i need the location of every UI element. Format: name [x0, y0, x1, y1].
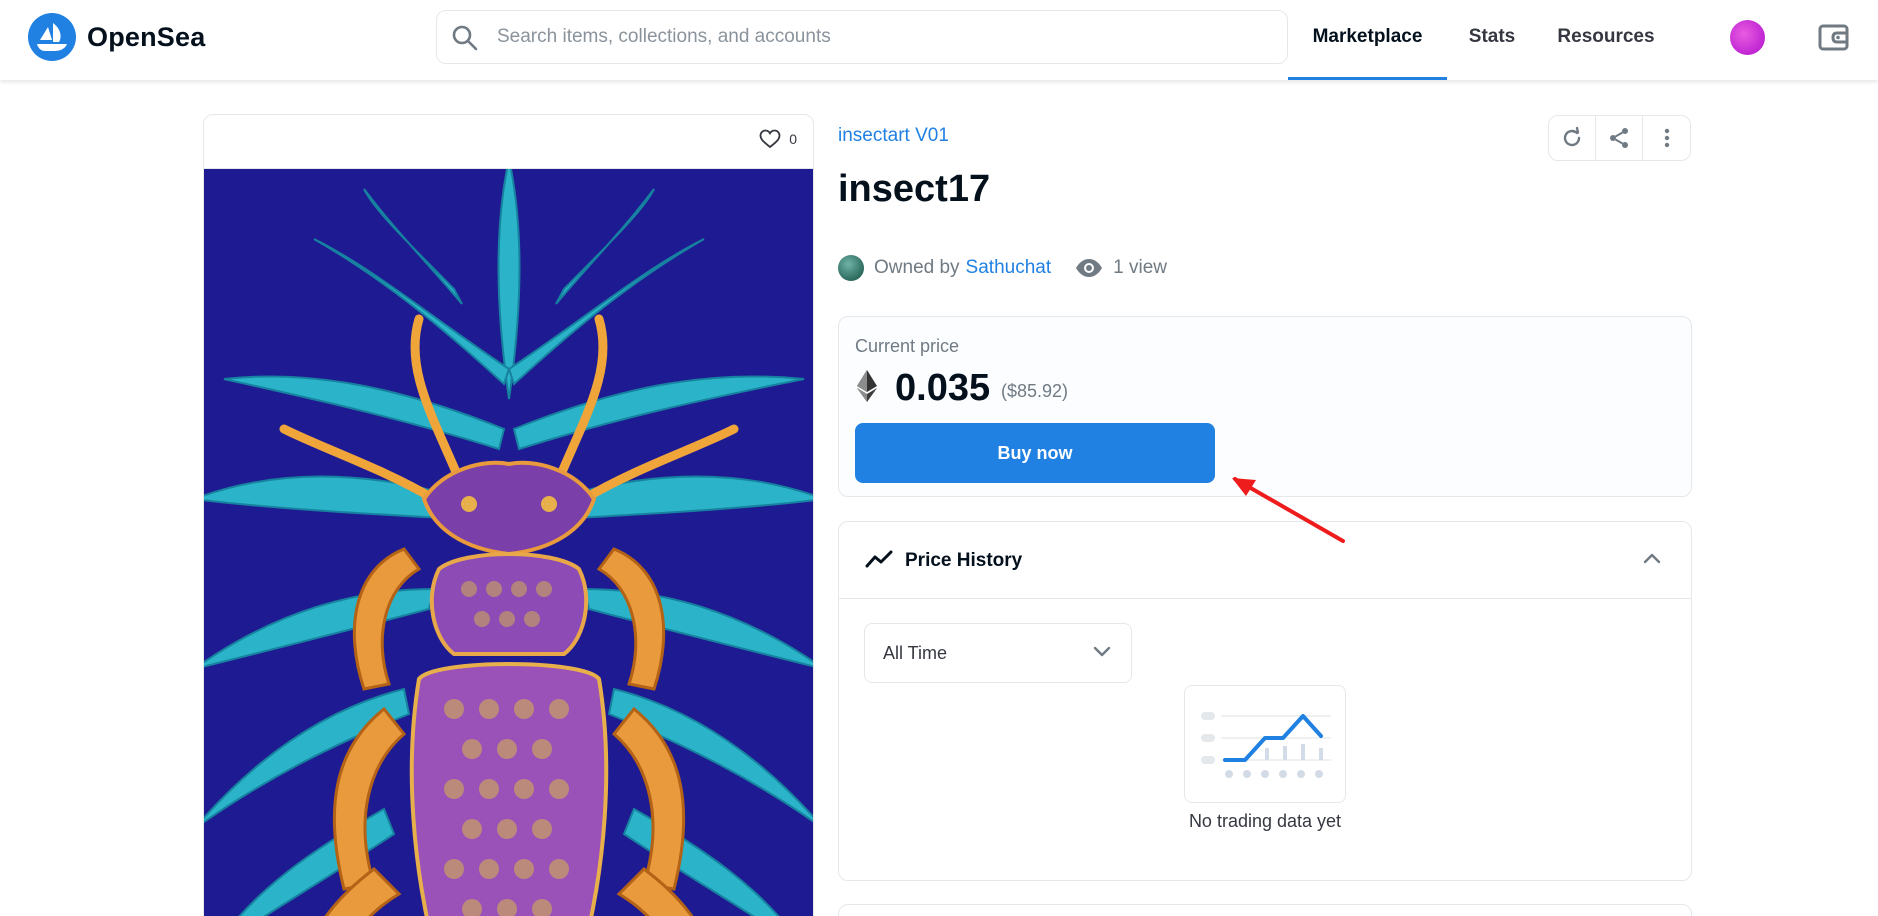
- refresh-icon: [1563, 126, 1581, 147]
- brand-name[interactable]: OpenSea: [87, 22, 205, 53]
- refresh-button[interactable]: [1549, 116, 1596, 160]
- ethereum-icon: [857, 370, 877, 402]
- insect-artwork-illustration: [204, 158, 813, 916]
- eye-icon: [1076, 259, 1103, 277]
- chevron-up-icon[interactable]: [1643, 552, 1661, 564]
- price-history-panel: Price History All Time No trading data y…: [838, 521, 1692, 881]
- price-history-header[interactable]: Price History: [839, 522, 1691, 599]
- time-range-value: All Time: [883, 643, 948, 663]
- heart-icon: [759, 129, 781, 149]
- chevron-down-icon: [1093, 646, 1111, 657]
- collection-link[interactable]: insectart V01: [838, 125, 949, 147]
- favorites-count: 0: [789, 131, 797, 147]
- nav-marketplace[interactable]: Marketplace: [1288, 0, 1447, 80]
- nft-artwork-image[interactable]: [204, 158, 813, 916]
- nav-stats[interactable]: Stats: [1450, 0, 1534, 80]
- share-button[interactable]: [1596, 116, 1643, 160]
- item-image-card: 0: [203, 114, 814, 916]
- favorite-button[interactable]: 0: [759, 129, 797, 149]
- search-input[interactable]: [497, 11, 1277, 63]
- nav-resources[interactable]: Resources: [1544, 0, 1668, 80]
- current-price-label: Current price: [855, 336, 960, 356]
- price-value: 0.035: [895, 367, 991, 409]
- owner-row: Owned by Sathuchat 1 view: [838, 255, 1167, 281]
- wallet-icon[interactable]: [1817, 20, 1851, 54]
- owner-link[interactable]: Sathuchat: [966, 257, 1052, 279]
- price-panel: Current price 0.035 ($85.92) Buy now: [838, 316, 1692, 497]
- search-bar[interactable]: [436, 10, 1288, 64]
- trending-icon: [865, 550, 893, 568]
- next-panel: [838, 904, 1692, 916]
- opensea-logo-icon[interactable]: [28, 13, 76, 61]
- empty-chart-illustration: [1184, 685, 1346, 803]
- buy-now-button[interactable]: Buy now: [855, 423, 1215, 483]
- chart-placeholder-icon: [1201, 712, 1331, 778]
- more-vertical-icon: [1664, 128, 1669, 148]
- item-actions: [1548, 115, 1691, 161]
- time-range-select[interactable]: All Time: [864, 623, 1132, 683]
- share-icon: [1610, 128, 1628, 148]
- price-usd: ($85.92): [1001, 381, 1069, 401]
- profile-avatar[interactable]: [1730, 20, 1765, 55]
- image-card-header: 0: [204, 115, 813, 169]
- item-title: insect17: [838, 168, 991, 210]
- price-history-title: Price History: [905, 550, 1023, 571]
- more-options-button[interactable]: [1643, 116, 1690, 160]
- no-trading-data-text: No trading data yet: [1188, 811, 1342, 831]
- owner-avatar[interactable]: [838, 255, 864, 281]
- view-count: 1 view: [1075, 257, 1167, 279]
- search-icon: [452, 25, 478, 51]
- views-text: 1 view: [1113, 257, 1167, 278]
- top-nav-bar: OpenSea Marketplace Stats Resources: [0, 0, 1878, 80]
- owned-by-label: Owned by: [874, 257, 960, 278]
